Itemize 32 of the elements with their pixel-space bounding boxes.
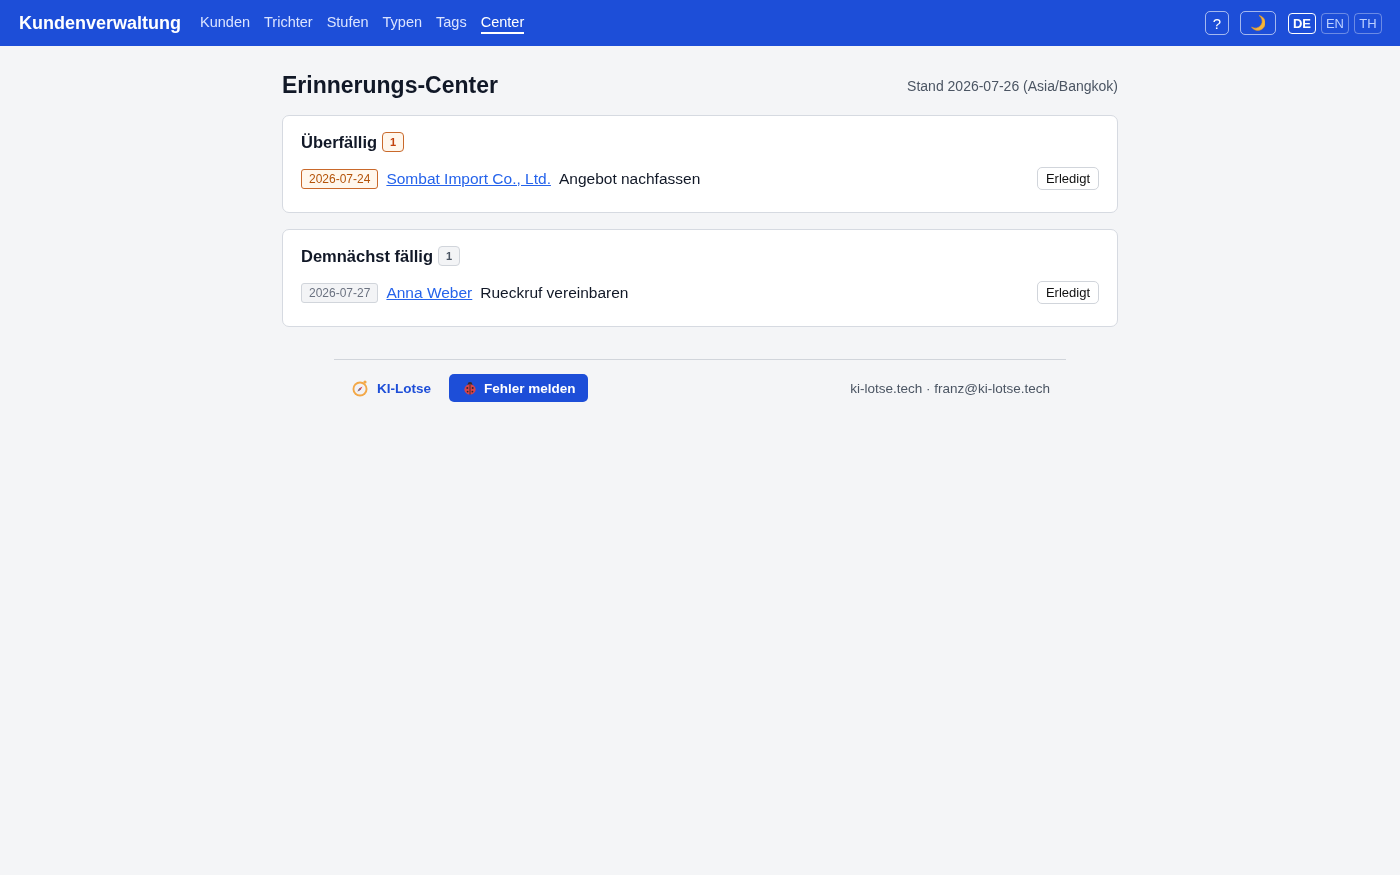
done-button[interactable]: Erledigt bbox=[1036, 167, 1099, 190]
customer-link[interactable]: Sombat Import Co., Ltd. bbox=[386, 169, 551, 188]
ladybug-icon bbox=[463, 381, 477, 395]
brand-link[interactable]: KI-Lotse bbox=[351, 379, 431, 397]
language-button[interactable]: TH bbox=[1354, 12, 1382, 34]
compass-icon bbox=[351, 379, 369, 397]
task-text: Rueckruf vereinbaren bbox=[480, 283, 629, 302]
nav-link[interactable]: Typen bbox=[382, 12, 423, 34]
nav-link[interactable]: Trichter bbox=[264, 12, 313, 34]
language-button[interactable]: DE bbox=[1287, 12, 1316, 34]
theme-toggle-button[interactable] bbox=[1239, 11, 1276, 35]
app-title[interactable]: Kundenverwaltung bbox=[19, 12, 181, 34]
moon-icon bbox=[1250, 15, 1265, 31]
help-button[interactable]: ? bbox=[1204, 11, 1229, 35]
nav-link[interactable]: Tags bbox=[436, 12, 467, 34]
due-date-tag: 2026-07-24 bbox=[301, 168, 379, 189]
section-title: Demnächst fällig bbox=[301, 246, 434, 266]
contact-text: ki-lotse.tech · franz@ki-lotse.tech bbox=[850, 380, 1050, 396]
nav-link[interactable]: Stufen bbox=[326, 12, 369, 34]
nav-link[interactable]: Center bbox=[480, 12, 525, 34]
customer-link[interactable]: Anna Weber bbox=[386, 283, 473, 302]
due-date-tag: 2026-07-27 bbox=[301, 282, 379, 303]
section-title: Überfällig bbox=[301, 132, 378, 152]
report-bug-button[interactable]: Fehler melden bbox=[449, 374, 588, 402]
page-title: Erinnerungs-Center bbox=[282, 72, 498, 99]
task-text: Angebot nachfassen bbox=[558, 169, 701, 188]
language-button[interactable]: EN bbox=[1320, 12, 1349, 34]
count-badge: 1 bbox=[438, 246, 461, 266]
done-button[interactable]: Erledigt bbox=[1036, 281, 1099, 304]
nav-link[interactable]: Kunden bbox=[200, 12, 250, 34]
count-badge: 1 bbox=[382, 132, 405, 152]
as-of-date: Stand 2026-07-26 (Asia/Bangkok) bbox=[907, 77, 1118, 94]
